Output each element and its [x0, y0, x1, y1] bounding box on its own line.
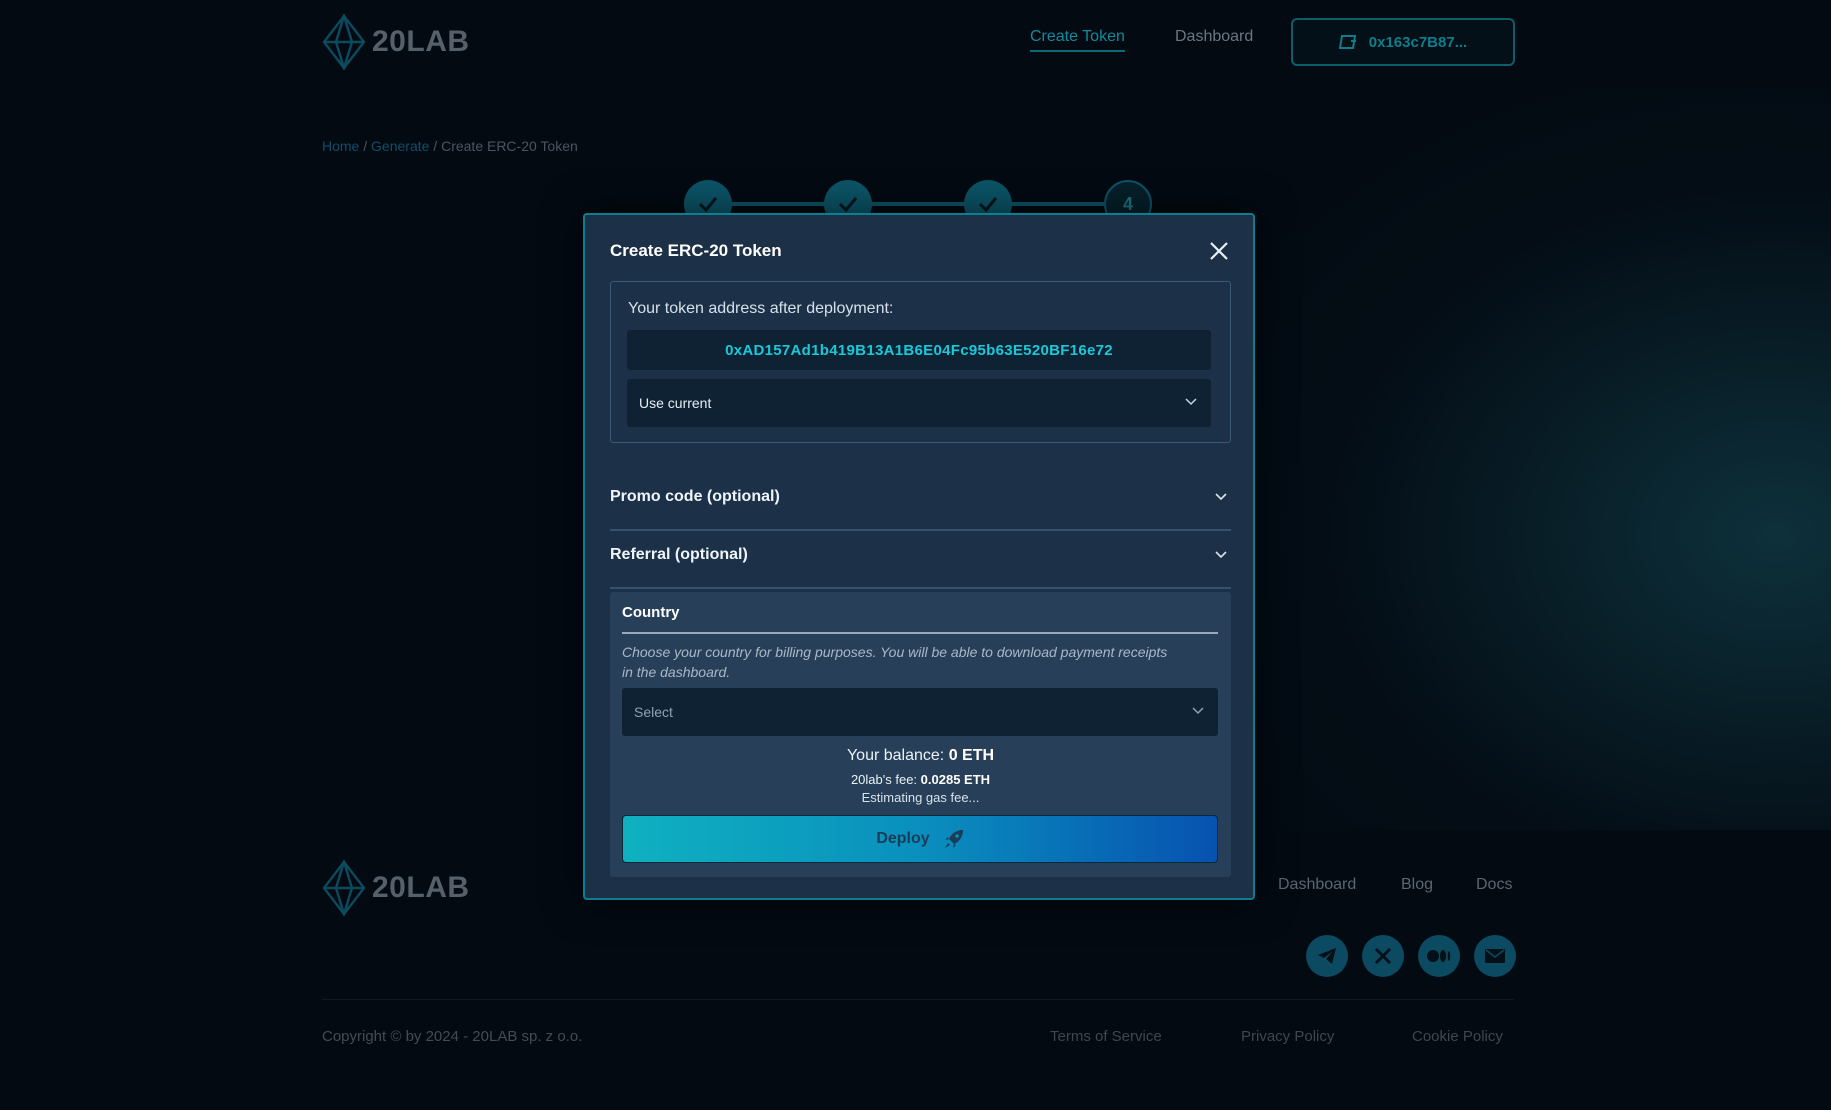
footer-divider	[322, 999, 1514, 1000]
chevron-down-icon	[1215, 551, 1227, 559]
diamond-logo-icon	[322, 860, 366, 916]
balance-line: Your balance: 0 ETH	[610, 747, 1231, 765]
medium-icon[interactable]	[1418, 935, 1460, 977]
promo-code-accordion[interactable]: Promo code (optional)	[610, 473, 1231, 531]
nav-create-token[interactable]: Create Token	[1030, 28, 1125, 52]
chevron-down-icon	[1215, 493, 1227, 501]
country-title: Country	[622, 604, 1218, 634]
country-panel: Country Choose your country for billing …	[610, 592, 1231, 877]
x-icon[interactable]	[1362, 935, 1404, 977]
telegram-icon[interactable]	[1306, 935, 1348, 977]
breadcrumb-current: Create ERC-20 Token	[441, 138, 578, 154]
step-connector	[724, 202, 834, 206]
step-connector	[1004, 202, 1114, 206]
mail-icon[interactable]	[1474, 935, 1516, 977]
token-address-text: 0xAD157Ad1b419B13A1B6E04Fc95b63E520BF16e…	[725, 341, 1113, 359]
close-icon	[1210, 242, 1228, 260]
wallet-button[interactable]: 0x163c7B87...	[1291, 18, 1515, 66]
country-help-text: Choose your country for billing purposes…	[622, 644, 1168, 680]
check-icon	[838, 197, 858, 212]
breadcrumb-home[interactable]: Home	[322, 138, 359, 154]
country-select[interactable]: Select	[622, 688, 1218, 736]
copyright-text: Copyright © by 2024 - 20LAB sp. z o.o.	[322, 1028, 583, 1045]
footer-link-dashboard[interactable]: Dashboard	[1278, 876, 1356, 894]
fee-line: 20lab's fee: 0.0285 ETH	[610, 772, 1231, 787]
wallet-icon	[1338, 35, 1356, 49]
rocket-icon	[944, 830, 963, 848]
balance-value: 0 ETH	[948, 747, 995, 764]
chevron-down-icon	[1185, 398, 1197, 406]
breadcrumb-separator: /	[433, 138, 438, 154]
breadcrumb-separator: /	[363, 138, 368, 154]
address-mode-select[interactable]: Use current	[627, 379, 1211, 427]
country-select-placeholder: Select	[634, 704, 673, 720]
create-token-modal: Create ERC-20 Token Your token address a…	[583, 213, 1255, 900]
token-address-value[interactable]: 0xAD157Ad1b419B13A1B6E04Fc95b63E520BF16e…	[627, 330, 1211, 370]
breadcrumb: Home / Generate / Create ERC-20 Token	[322, 138, 578, 154]
chevron-down-icon	[1192, 707, 1204, 715]
gas-fee-status: Estimating gas fee...	[861, 790, 980, 805]
brand-name: 20LAB	[372, 871, 470, 904]
referral-label: Referral (optional)	[610, 546, 748, 563]
footer-link-blog[interactable]: Blog	[1401, 876, 1433, 894]
promo-code-label: Promo code (optional)	[610, 488, 780, 505]
balance-label: Your balance:	[846, 747, 945, 764]
token-address-box: Your token address after deployment: 0xA…	[610, 281, 1231, 443]
modal-title: Create ERC-20 Token	[610, 241, 782, 260]
footer-logo[interactable]: 20LAB	[322, 860, 470, 916]
nav-dashboard[interactable]: Dashboard	[1175, 28, 1253, 46]
diamond-logo-icon	[322, 14, 366, 70]
social-links	[1306, 935, 1516, 977]
privacy-link[interactable]: Privacy Policy	[1241, 1028, 1334, 1045]
token-address-label: Your token address after deployment:	[628, 300, 894, 317]
check-icon	[698, 197, 718, 212]
breadcrumb-generate[interactable]: Generate	[371, 138, 429, 154]
fee-value: 0.0285 ETH	[920, 772, 991, 787]
background-glow	[1200, 90, 1831, 830]
brand-name: 20LAB	[372, 25, 470, 58]
deploy-label: Deploy	[876, 830, 930, 847]
top-bar: 20LAB Create Token Dashboard 0x163c7B87.…	[322, 14, 1515, 70]
fee-label: 20lab's fee:	[850, 772, 918, 787]
header-logo[interactable]: 20LAB	[322, 14, 470, 70]
close-button[interactable]	[1207, 239, 1231, 263]
deploy-button[interactable]: Deploy	[622, 815, 1218, 863]
terms-link[interactable]: Terms of Service	[1050, 1028, 1162, 1045]
wallet-address: 0x163c7B87...	[1368, 33, 1468, 51]
cookie-link[interactable]: Cookie Policy	[1412, 1028, 1503, 1045]
step-connector	[864, 202, 974, 206]
address-mode-value: Use current	[639, 395, 712, 411]
check-icon	[978, 197, 998, 212]
footer-link-docs[interactable]: Docs	[1476, 876, 1512, 894]
referral-accordion[interactable]: Referral (optional)	[610, 531, 1231, 589]
